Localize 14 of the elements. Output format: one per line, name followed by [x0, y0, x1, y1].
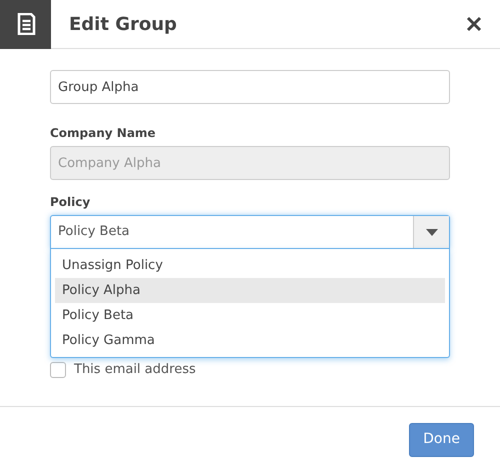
checkbox-label: This email address: [74, 361, 196, 379]
selected-value: Policy Beta: [57, 223, 131, 242]
dropdown-option[interactable]: Policy Alpha: [55, 278, 445, 303]
group-name-field[interactable]: Group Alpha: [50, 70, 450, 104]
field-label: Company Name: [50, 125, 157, 141]
close-icon: [466, 16, 482, 32]
document-icon: [16, 13, 36, 35]
dropdown-toggle[interactable]: [413, 216, 449, 248]
field-label: Policy: [50, 194, 92, 210]
close-button[interactable]: [465, 15, 483, 33]
checkbox[interactable]: [50, 362, 66, 378]
dialog-title: Edit Group: [69, 12, 177, 36]
caret-icon: [426, 228, 438, 236]
policy-select[interactable]: Policy Beta: [50, 215, 450, 249]
